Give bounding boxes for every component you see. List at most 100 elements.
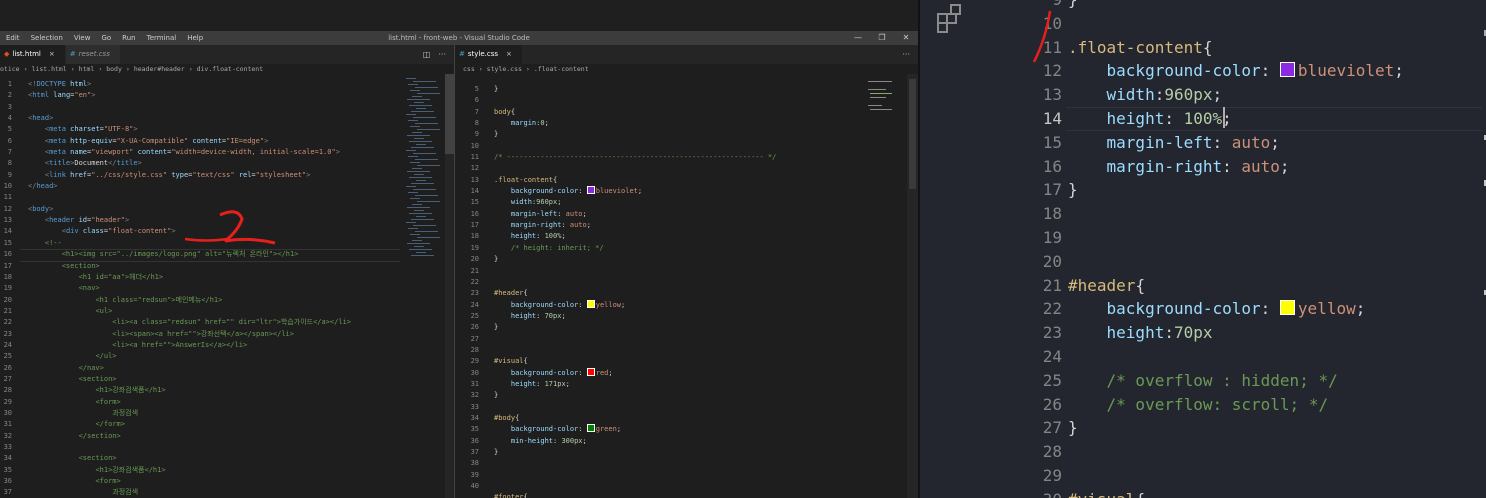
tab-reset-css[interactable]: # reset.css xyxy=(65,45,121,64)
menu-item-go[interactable]: Go xyxy=(95,31,116,45)
line-number: 30 xyxy=(984,488,1062,498)
scrollbar[interactable] xyxy=(907,74,918,498)
code-line: <form> xyxy=(95,397,121,406)
code-line: .float-content{ xyxy=(1068,37,1213,57)
code-line: <h1 class="redsun">메인메뉴</h1> xyxy=(95,295,223,304)
breadcrumb-item[interactable]: header#header xyxy=(134,65,185,73)
more-actions-icon[interactable]: ··· xyxy=(438,45,446,64)
code-line: /* -------------------------------------… xyxy=(494,153,777,162)
menu-item-help[interactable]: Help xyxy=(181,31,208,45)
line-number: 17 xyxy=(1042,180,1062,200)
code-line: <section> xyxy=(61,261,100,270)
code-line: background-color: blueviolet; xyxy=(510,186,643,196)
code-line: background-color: red; xyxy=(510,367,613,377)
zoomed-editor[interactable]: 9101112131415161718192021222324252627282… xyxy=(918,0,1486,498)
code-line: ​ xyxy=(1068,440,1404,464)
code-line: 과정검색 xyxy=(112,488,139,497)
right-code-area[interactable]: 5 6 7 8 9 10 11 12 13 14 15 16 17 18 19 20 21 22 23 24 25 26 2… xyxy=(455,84,860,498)
minimap[interactable] xyxy=(866,79,906,139)
line-number: 27 xyxy=(470,334,479,343)
line-number: 3 xyxy=(7,102,12,111)
code-line: <section> xyxy=(78,454,117,463)
line-number: 10 xyxy=(3,182,12,191)
breadcrumb-item[interactable]: list.html xyxy=(32,65,67,73)
extensions-icon[interactable] xyxy=(937,4,967,34)
code-line: </ul> xyxy=(95,352,117,361)
menu-item-terminal[interactable]: Terminal xyxy=(141,31,182,45)
minimize-icon[interactable]: — xyxy=(846,31,870,45)
code-line: #visual{ xyxy=(1068,488,1404,498)
code-line: </section> xyxy=(78,431,121,440)
line-number: 21 xyxy=(1042,275,1062,295)
line-number: 8 xyxy=(7,159,12,168)
line-number: 9 xyxy=(7,170,12,179)
tab-list-html[interactable]: ◆ list.html × xyxy=(0,45,66,64)
breadcrumb: otice › list.html › html › body › header#header ›… xyxy=(0,64,263,74)
line-number: 12 xyxy=(470,164,479,173)
line-number: 14 xyxy=(3,227,12,236)
line-number: 18 xyxy=(1042,204,1062,224)
line-number: 22 xyxy=(470,277,479,286)
line-number: 39 xyxy=(470,470,479,479)
restore-icon[interactable]: ❐ xyxy=(870,31,894,45)
chevron-right-icon: › xyxy=(23,65,28,73)
code-line: margin-right: auto; xyxy=(510,221,591,230)
breadcrumb-item[interactable]: body xyxy=(106,65,122,73)
left-tab-bar: ◆ list.html × # reset.css ◫ ··· xyxy=(0,45,454,64)
breadcrumb-item[interactable]: .float-content xyxy=(534,65,589,73)
code-line: <ul> xyxy=(95,306,113,315)
line-number: 12 xyxy=(3,204,12,213)
more-actions-icon[interactable]: ··· xyxy=(902,45,918,64)
line-number: 2 xyxy=(7,91,12,100)
code-line: height: 70px; xyxy=(510,311,566,320)
code-line: <meta http-equiv="X-UA-Compatible" conte… xyxy=(44,136,269,145)
line-number: 7 xyxy=(7,148,12,157)
code-line: width:960px; xyxy=(1106,85,1223,105)
css-file-icon: # xyxy=(459,50,465,58)
line-number: 18 xyxy=(470,232,479,241)
close-icon[interactable]: × xyxy=(506,45,512,64)
menu-item-view[interactable]: View xyxy=(68,31,96,45)
line-number: 34 xyxy=(3,454,12,463)
split-editor-icon[interactable]: ◫ xyxy=(423,45,431,64)
line-number: 7 xyxy=(474,107,479,116)
menu-item-run[interactable]: Run xyxy=(116,31,140,45)
breadcrumb-item[interactable]: otice xyxy=(0,65,20,73)
code-line: width:960px; xyxy=(510,198,562,207)
code-line: <form> xyxy=(95,477,121,486)
code-line: <h1>강좌검색폼</h1> xyxy=(95,465,166,474)
tab-label: reset.css xyxy=(78,50,110,58)
line-number: 21 xyxy=(470,266,479,275)
close-icon[interactable]: × xyxy=(49,45,55,64)
breadcrumb-item[interactable]: css xyxy=(463,65,475,73)
css-code-zoomed: }​.float-content{ background-color: blue… xyxy=(1068,0,1404,498)
line-number: 21 xyxy=(3,306,12,315)
code-line: } xyxy=(1068,180,1078,200)
code-line: #visual{ xyxy=(494,357,528,366)
line-number: 40 xyxy=(470,482,479,491)
code-line: <li><a href="">AnswerIs</a></li> xyxy=(112,340,248,349)
code-line: ​ xyxy=(1068,250,1404,274)
code-line: } xyxy=(494,323,499,332)
code-line: <h1 id="aa">헤더</h1> xyxy=(78,272,164,281)
tab-style-css[interactable]: # style.css × xyxy=(455,45,523,64)
menu-item-edit[interactable]: Edit xyxy=(0,31,25,45)
line-number: 16 xyxy=(1042,156,1062,176)
scrollbar[interactable] xyxy=(445,74,454,498)
close-icon[interactable]: ✕ xyxy=(894,31,918,45)
line-number: 34 xyxy=(470,413,479,422)
breadcrumb-item[interactable]: style.css xyxy=(487,65,522,73)
scrollbar[interactable] xyxy=(1472,0,1486,498)
menu-item-selection[interactable]: Selection xyxy=(25,31,68,45)
breadcrumb-item[interactable]: div.float-content xyxy=(197,65,264,73)
left-code-area[interactable]: 1 2 3 4 5 6 7 8 9 10 11 12 13 14 15 16 17 18 19 20 21 22 23 24 2… xyxy=(0,79,404,498)
breadcrumb-item[interactable]: html xyxy=(79,65,95,73)
line-number: 11 xyxy=(470,153,479,162)
code-line: } xyxy=(494,391,499,400)
line-number: 17 xyxy=(470,221,479,230)
line-number: 16 xyxy=(470,209,479,218)
code-line: ​ xyxy=(494,345,776,356)
line-numbers: 9101112131415161718192021222324252627282… xyxy=(984,0,1062,498)
line-number: 35 xyxy=(470,425,479,434)
code-line: </head> xyxy=(28,182,58,191)
